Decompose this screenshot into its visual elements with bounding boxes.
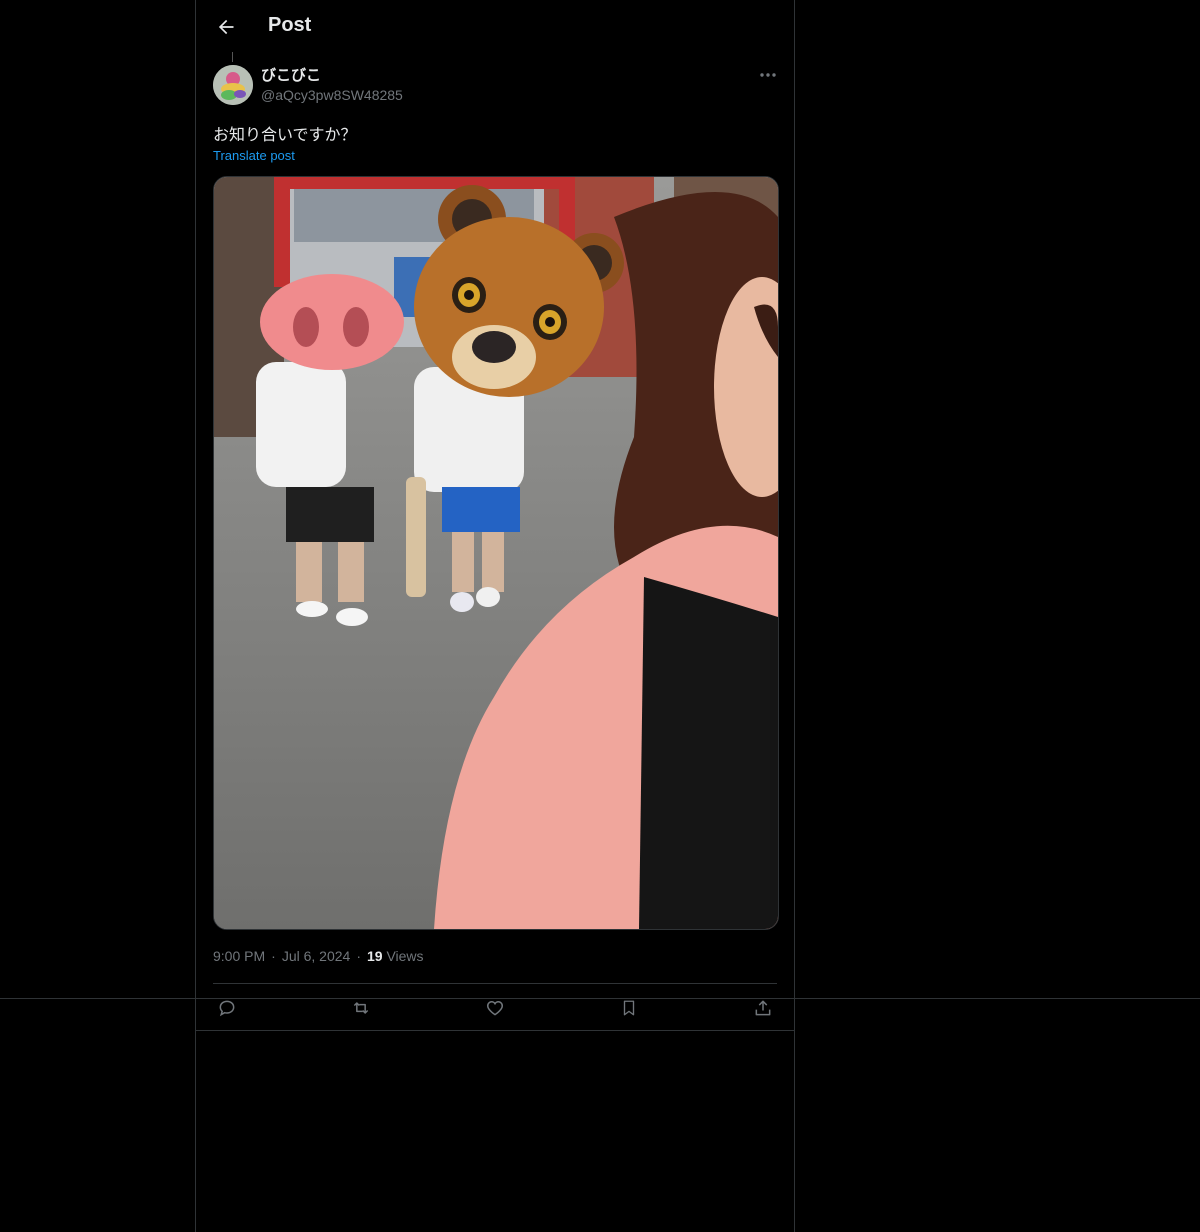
post-time[interactable]: 9:00 PM [213,948,265,964]
top-bar: Post [196,0,794,53]
post-photo[interactable] [213,176,779,930]
more-options-button[interactable] [756,64,780,86]
thread-line [232,52,233,62]
arrow-left-icon [218,19,234,35]
bookmark-icon [623,1000,635,1016]
heart-icon [486,1000,504,1016]
repost-icon [353,1002,369,1014]
translate-link[interactable]: Translate post [213,148,295,163]
meta-separator: · [271,948,276,964]
reply-icon [219,1000,235,1017]
share-button[interactable] [749,994,777,1022]
avatar[interactable] [213,65,253,105]
post-text: お知り合いですか？ [213,125,357,144]
meta-separator: · [356,948,361,964]
divider [213,983,777,984]
avatar-image [213,65,253,105]
back-button[interactable] [210,12,242,42]
views: 19 Views [367,948,424,964]
views-count: 19 [366,948,383,964]
share-icon [755,1000,771,1016]
post-meta: 9:00 PM · Jul 6, 2024 · 19 Views [213,948,424,964]
action-bar [213,994,777,1022]
divider [196,1030,794,1031]
author-name[interactable]: びこびこ [261,64,321,85]
reply-button[interactable] [213,994,241,1022]
photo-illustration [214,177,778,929]
bookmark-button[interactable] [615,994,643,1022]
author-handle[interactable]: @aQcy3pw8SW48285 [261,87,403,103]
like-button[interactable] [481,994,509,1022]
page-title: Post [268,14,312,36]
views-label: Views [386,948,424,964]
repost-button[interactable] [347,994,375,1022]
post-date[interactable]: Jul 6, 2024 [282,948,351,964]
post-column: Post びこびこ @aQcy3pw8SW48285 お知り合いですか？ Tra… [195,0,795,1232]
more-icon [760,73,776,77]
